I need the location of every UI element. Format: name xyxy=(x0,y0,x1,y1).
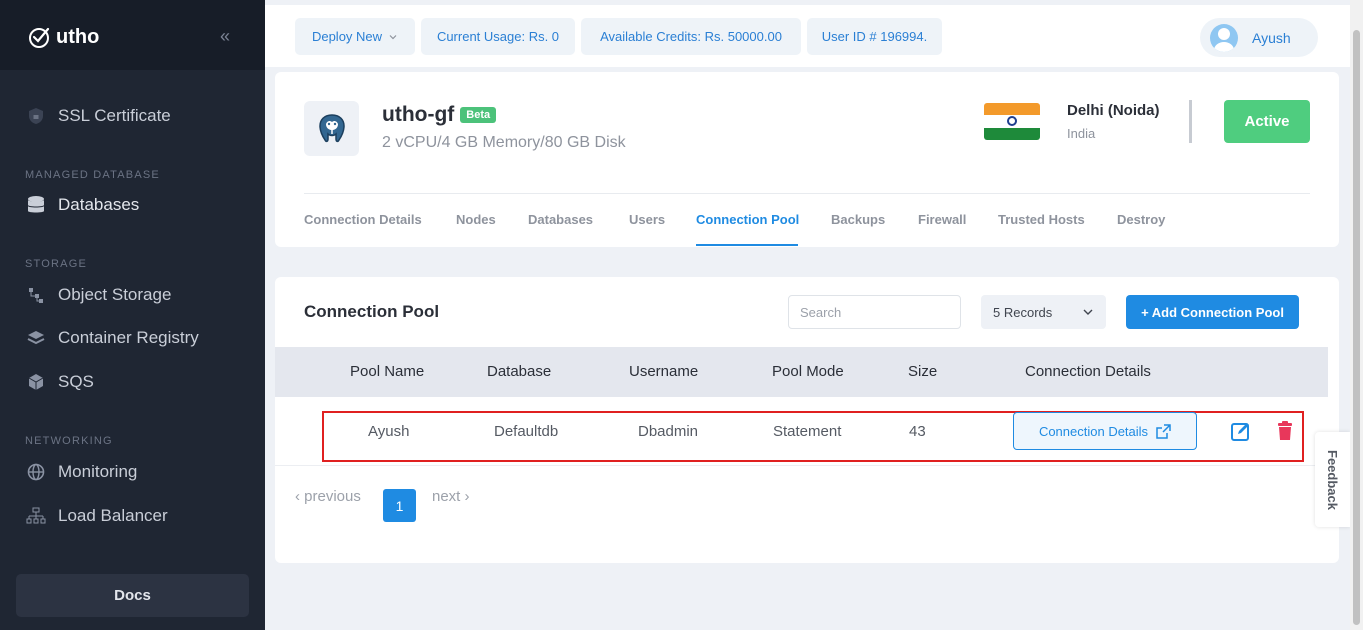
sidebar-item-label: Object Storage xyxy=(58,285,172,304)
section-networking: NETWORKING xyxy=(25,435,113,447)
records-label: 5 Records xyxy=(993,304,1053,320)
avatar xyxy=(1210,23,1238,52)
region-name: Delhi (Noida) xyxy=(1067,102,1160,119)
tab-connection-pool[interactable]: Connection Pool xyxy=(696,212,799,227)
sidebar: utho « SSL Certificate MANAGED DATABASE … xyxy=(0,0,265,630)
available-credits-chip: Available Credits: Rs. 50000.00 xyxy=(581,18,801,55)
object-storage-icon xyxy=(26,285,46,305)
tab-nodes[interactable]: Nodes xyxy=(456,212,496,227)
sidebar-item-monitoring[interactable]: Monitoring xyxy=(26,462,137,482)
tab-firewall[interactable]: Firewall xyxy=(918,212,966,227)
india-flag-icon xyxy=(984,103,1040,140)
connection-pool-card: Connection Pool 5 Records + Add Connecti… xyxy=(275,277,1339,563)
globe-icon xyxy=(26,462,46,482)
user-id-chip: User ID # 196994. xyxy=(807,18,942,55)
divider xyxy=(304,193,1310,194)
user-menu[interactable]: Ayush xyxy=(1200,18,1318,57)
next-page-link[interactable]: next › xyxy=(432,488,470,505)
sidebar-item-label: Monitoring xyxy=(58,462,138,481)
tab-trusted-hosts[interactable]: Trusted Hosts xyxy=(998,212,1085,227)
sidebar-item-sqs[interactable]: SQS xyxy=(26,372,94,392)
top-bar: Deploy New Current Usage: Rs. 0 Availabl… xyxy=(265,5,1350,67)
section-title: Connection Pool xyxy=(304,302,440,321)
active-tab-indicator xyxy=(696,244,798,246)
column-header: Pool Name xyxy=(350,363,425,380)
column-header: Database xyxy=(487,363,552,380)
layers-icon xyxy=(26,328,46,348)
connection-details-label: Connection Details xyxy=(1038,423,1149,439)
search-input[interactable] xyxy=(788,295,961,329)
sidebar-item-load-balancer[interactable]: Load Balancer xyxy=(26,506,168,526)
trash-icon[interactable] xyxy=(1276,421,1294,441)
tab-backups[interactable]: Backups xyxy=(831,212,885,227)
edit-icon[interactable] xyxy=(1231,421,1251,441)
deploy-new-label: Deploy New xyxy=(311,29,383,44)
divider xyxy=(1189,100,1192,143)
postgresql-icon xyxy=(304,101,359,156)
scrollbar-thumb[interactable] xyxy=(1353,30,1360,625)
column-header: Username xyxy=(629,363,699,380)
column-header: Size xyxy=(908,363,938,380)
check-circle-icon xyxy=(29,27,50,48)
add-connection-pool-button[interactable]: + Add Connection Pool xyxy=(1126,295,1299,329)
sidebar-item-label: Databases xyxy=(58,195,140,214)
queue-icon xyxy=(26,372,46,392)
shield-icon xyxy=(26,106,46,126)
sidebar-item-ssl[interactable]: SSL Certificate xyxy=(26,106,171,126)
database-name-text: utho-gf xyxy=(382,103,455,126)
chevron-down-icon xyxy=(1083,309,1093,315)
user-name: Ayush xyxy=(1252,29,1291,46)
tab-connection-details[interactable]: Connection Details xyxy=(304,212,422,227)
region-country: India xyxy=(1067,126,1096,141)
section-managed-database: MANAGED DATABASE xyxy=(25,169,160,181)
sidebar-item-label: SSL Certificate xyxy=(58,106,171,125)
brand-bar: utho « xyxy=(0,0,265,70)
sidebar-item-container-registry[interactable]: Container Registry xyxy=(26,328,199,348)
sidebar-item-label: SQS xyxy=(58,372,94,391)
current-usage-chip: Current Usage: Rs. 0 xyxy=(421,18,575,55)
sidebar-item-label: Load Balancer xyxy=(58,506,168,525)
tab-destroy[interactable]: Destroy xyxy=(1117,212,1165,227)
database-spec: 2 vCPU/4 GB Memory/80 GB Disk xyxy=(382,134,626,151)
page-number-button[interactable]: 1 xyxy=(383,489,416,522)
tab-databases[interactable]: Databases xyxy=(528,212,593,227)
docs-button[interactable]: Docs xyxy=(16,574,249,617)
feedback-label: Feedback xyxy=(1325,449,1340,510)
sidebar-item-object-storage[interactable]: Object Storage xyxy=(26,285,171,305)
chevron-double-left-icon[interactable]: « xyxy=(220,26,230,47)
network-tree-icon xyxy=(26,506,46,526)
connection-details-button[interactable]: Connection Details xyxy=(1013,412,1197,450)
previous-page-link[interactable]: ‹ previous xyxy=(295,488,361,505)
brand-name: utho xyxy=(56,25,100,48)
database-header-card: utho-gf Beta 2 vCPU/4 GB Memory/80 GB Di… xyxy=(275,72,1339,247)
beta-badge: Beta xyxy=(460,107,497,123)
scrollbar[interactable] xyxy=(1350,0,1363,630)
sidebar-item-databases[interactable]: Databases xyxy=(26,195,139,215)
utho-logo[interactable]: utho xyxy=(28,25,99,49)
database-icon xyxy=(26,195,46,215)
chevron-down-icon xyxy=(389,34,397,39)
tab-users[interactable]: Users xyxy=(629,212,665,227)
feedback-tab[interactable]: Feedback xyxy=(1315,432,1350,527)
external-link-icon xyxy=(1156,423,1171,439)
column-header: Pool Mode xyxy=(772,363,844,380)
sidebar-item-label: Container Registry xyxy=(58,328,199,347)
table-header: Pool Name Database Username Pool Mode Si… xyxy=(275,347,1328,397)
records-per-page-select[interactable]: 5 Records xyxy=(981,295,1106,329)
column-header: Connection Details xyxy=(1025,363,1151,380)
database-name: utho-gf Beta xyxy=(382,103,497,127)
section-storage: STORAGE xyxy=(25,258,87,270)
status-badge: Active xyxy=(1224,100,1310,143)
deploy-new-dropdown[interactable]: Deploy New xyxy=(295,18,415,55)
